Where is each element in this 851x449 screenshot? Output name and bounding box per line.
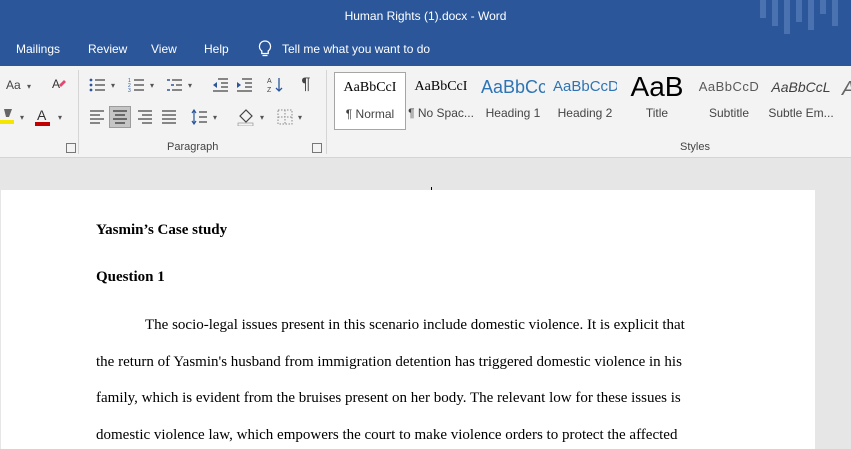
window-title: Human Rights (1).docx - Word xyxy=(344,9,507,23)
svg-text:A: A xyxy=(37,107,47,123)
styles-group-label: Styles xyxy=(680,141,710,153)
style-preview: AaBbCcL xyxy=(771,79,831,95)
align-left-icon[interactable] xyxy=(88,108,106,126)
style-no-spacing[interactable]: AaBbCcI ¶ No Spac... xyxy=(406,72,476,128)
style-subtle-emphasis[interactable]: AaBbCcL Subtle Em... xyxy=(766,72,836,128)
style-name: Subtle Em... xyxy=(768,106,834,120)
text-cursor-mark xyxy=(431,187,432,190)
style-name: Title xyxy=(645,106,669,120)
paragraph-dialog-launcher[interactable] xyxy=(312,143,322,153)
style-preview: AaB xyxy=(630,72,684,102)
style-name: Subtitle xyxy=(708,106,750,120)
ribbon: Aa ▾ A ▾ A ▾ ▾ 123 ▾ ▾ AZ ¶ ▾ ▾ ▾ Paragr… xyxy=(0,66,851,158)
font-dialog-launcher[interactable] xyxy=(66,143,76,153)
paragraph-line: The socio-legal issues present in this s… xyxy=(145,317,685,333)
chevron-down-icon: ▾ xyxy=(213,113,218,122)
increase-indent-icon[interactable] xyxy=(235,76,253,94)
style-heading-1[interactable]: AaBbCc Heading 1 xyxy=(478,72,548,128)
style-preview: AaBbCcD xyxy=(698,79,760,94)
group-separator xyxy=(326,70,327,154)
document-subheading: Question 1 xyxy=(96,269,165,285)
title-decoration xyxy=(820,0,826,14)
style-preview: AaBbCcD xyxy=(553,78,617,95)
style-preview: AaBbCc xyxy=(481,77,545,97)
line-spacing-icon[interactable] xyxy=(190,108,208,126)
tab-view[interactable]: View xyxy=(151,42,177,56)
tab-mailings[interactable]: Mailings xyxy=(16,42,60,56)
svg-text:3: 3 xyxy=(128,88,131,93)
style-name: ¶ Normal xyxy=(345,107,395,121)
change-case-label: Aa xyxy=(6,78,21,92)
multilevel-list-icon[interactable] xyxy=(165,76,183,94)
document-page[interactable]: Yasmin’s Case study Question 1 The socio… xyxy=(1,187,815,449)
title-decoration xyxy=(832,0,838,26)
chevron-down-icon: ▾ xyxy=(20,113,25,122)
borders-icon[interactable] xyxy=(276,108,294,126)
style-name: Heading 1 xyxy=(485,106,541,120)
tab-help[interactable]: Help xyxy=(204,42,229,56)
font-color-icon[interactable]: A xyxy=(34,107,52,127)
title-decoration xyxy=(772,0,778,26)
tab-review[interactable]: Review xyxy=(88,42,127,56)
svg-text:Z: Z xyxy=(267,87,272,94)
svg-text:A: A xyxy=(267,78,272,85)
decrease-indent-icon[interactable] xyxy=(211,76,229,94)
style-preview: AaBbCcI xyxy=(343,80,397,95)
chevron-down-icon: ▾ xyxy=(27,82,32,91)
chevron-down-icon: ▾ xyxy=(260,113,265,122)
style-preview: AaBbCcI xyxy=(414,79,468,94)
align-right-icon[interactable] xyxy=(136,108,154,126)
align-center-icon[interactable] xyxy=(109,106,131,128)
style-title[interactable]: AaB Title xyxy=(622,72,692,128)
group-separator xyxy=(78,70,79,154)
tell-me-label: Tell me what you want to do xyxy=(282,42,431,56)
show-formatting-marks-icon[interactable]: ¶ xyxy=(297,74,315,94)
chevron-down-icon: ▾ xyxy=(298,113,303,122)
title-decoration xyxy=(760,0,766,18)
title-decoration xyxy=(796,0,802,22)
chevron-down-icon: ▾ xyxy=(188,81,193,90)
lightbulb-icon xyxy=(258,40,272,57)
title-decoration xyxy=(808,0,814,30)
sort-icon[interactable]: AZ xyxy=(266,76,284,94)
style-heading-2[interactable]: AaBbCcD Heading 2 xyxy=(550,72,620,128)
style-name: ¶ No Spac... xyxy=(408,106,474,120)
justify-icon[interactable] xyxy=(160,108,178,126)
chevron-down-icon: ▾ xyxy=(111,81,116,90)
ribbon-tabs: Mailings Review View Help Tell me what y… xyxy=(0,34,851,66)
title-bar: Human Rights (1).docx - Word xyxy=(0,0,851,34)
svg-text:A: A xyxy=(52,77,60,91)
paragraph-line: domestic violence law, which empowers th… xyxy=(96,427,678,443)
shading-icon[interactable] xyxy=(236,107,256,127)
paragraph-line: family, which is evident from the bruise… xyxy=(96,390,681,406)
numbering-icon[interactable]: 123 xyxy=(127,76,145,94)
paragraph-group-label: Paragraph xyxy=(167,141,219,153)
highlight-color-icon[interactable] xyxy=(0,107,16,125)
style-subtitle[interactable]: AaBbCcD Subtitle xyxy=(694,72,764,128)
chevron-down-icon: ▾ xyxy=(150,81,155,90)
chevron-down-icon: ▾ xyxy=(58,113,63,122)
document-heading: Yasmin’s Case study xyxy=(96,222,228,238)
bullets-icon[interactable] xyxy=(88,76,106,94)
clear-formatting-icon[interactable]: A xyxy=(50,75,68,93)
style-normal[interactable]: AaBbCcI ¶ Normal xyxy=(334,72,406,130)
style-name: Heading 2 xyxy=(557,106,613,120)
change-case-button[interactable]: Aa xyxy=(6,77,21,93)
paragraph-line: the return of Yasmin's husband from immi… xyxy=(96,354,682,370)
title-decoration xyxy=(784,0,790,34)
style-preview-partial: A xyxy=(842,78,851,101)
tell-me-search[interactable]: Tell me what you want to do xyxy=(258,40,430,58)
